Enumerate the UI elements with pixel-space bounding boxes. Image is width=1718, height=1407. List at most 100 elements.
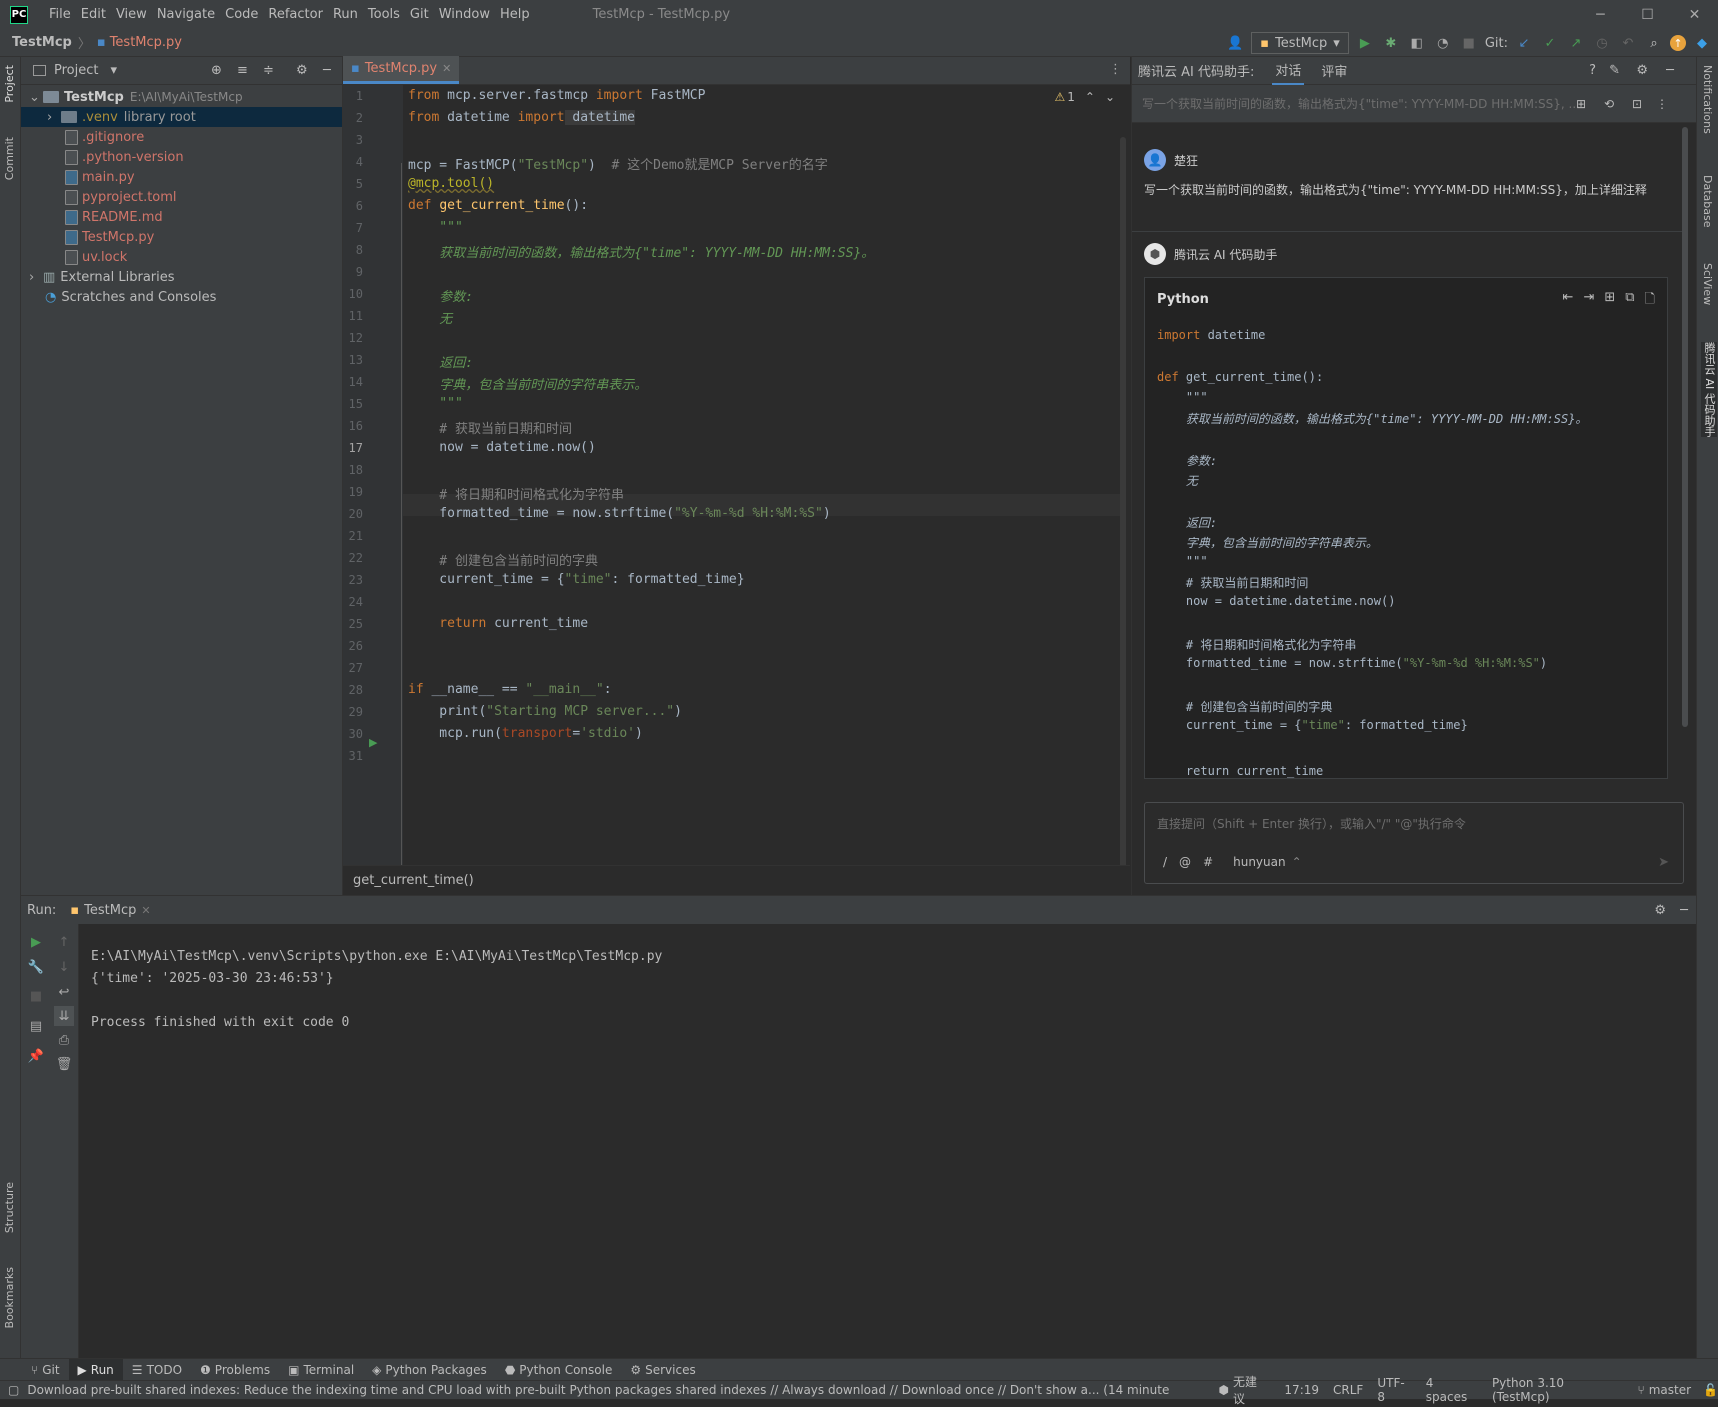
ai-scrollbar[interactable] <box>1682 127 1688 727</box>
database-tool-tab[interactable]: Database <box>1701 175 1714 228</box>
tree-file[interactable]: .python-version <box>21 147 342 167</box>
python-console-tab[interactable]: ⬣ Python Console <box>496 1359 622 1381</box>
run-tab-button[interactable]: ▶ Run <box>68 1358 123 1381</box>
user-icon[interactable]: 👤 <box>1225 33 1245 53</box>
editor-breadcrumb[interactable]: get_current_time() <box>343 865 1130 895</box>
copy-icon[interactable]: ⧉ <box>1625 290 1634 312</box>
todo-tab[interactable]: ☰ TODO <box>123 1359 191 1381</box>
expand-all-icon[interactable]: ≡ <box>237 63 248 78</box>
tree-file[interactable]: TestMcp.py <box>21 227 342 247</box>
menu-window[interactable]: Window <box>434 7 495 22</box>
minimize-icon[interactable]: ─ <box>1577 0 1624 29</box>
trash-icon[interactable]: 🗑 <box>54 1054 74 1074</box>
tree-file[interactable]: pyproject.toml <box>21 187 342 207</box>
ai-prompt-input[interactable]: 直接提问（Shift + Enter 换行），或输入"/" "@"执行命令 / … <box>1144 802 1684 884</box>
gear-icon[interactable]: ⚙ <box>1654 903 1666 918</box>
scroll-end-icon[interactable]: ⇊ <box>54 1006 74 1026</box>
previous-highlight-icon[interactable]: ⌃ <box>1085 90 1095 104</box>
insert-left-icon[interactable]: ⇤ <box>1563 290 1574 312</box>
hash-button[interactable]: # <box>1203 855 1213 869</box>
tree-external-libraries[interactable]: › ▥ External Libraries <box>21 267 342 287</box>
help-icon[interactable]: ? <box>1589 63 1596 78</box>
menu-code[interactable]: Code <box>220 7 263 22</box>
up-icon[interactable]: ↑ <box>54 932 74 952</box>
editor-tab-testmcp[interactable]: ▪ TestMcp.py ✕ <box>343 56 460 84</box>
hide-panel-icon[interactable]: ─ <box>1666 63 1674 78</box>
history-icon[interactable]: ⟲ <box>1604 97 1614 111</box>
git-rollback-icon[interactable]: ↶ <box>1618 33 1638 53</box>
stop-icon[interactable]: ■ <box>1459 33 1479 53</box>
ai-assistant-tool-tab[interactable]: 腾讯云 AI 代码助手 <box>1701 342 1717 437</box>
line-separator[interactable]: CRLF <box>1333 1383 1363 1397</box>
run-gutter-icon[interactable]: ▶ <box>369 736 377 749</box>
slash-command-button[interactable]: / <box>1163 855 1167 869</box>
coverage-icon[interactable]: ◧ <box>1407 33 1427 53</box>
inspection-widget[interactable]: ⚠ 1 ⌃ ⌄ <box>1054 90 1115 104</box>
new-file-icon[interactable]: 🗋 <box>1645 290 1655 312</box>
update-icon[interactable]: ↑ <box>1670 35 1686 51</box>
edit-icon[interactable]: ✎ <box>1609 63 1620 78</box>
git-tab[interactable]: ⑂ Git <box>22 1359 69 1381</box>
maximize-icon[interactable]: ☐ <box>1624 0 1671 29</box>
close-icon[interactable]: ✕ <box>1671 0 1718 29</box>
tree-file[interactable]: main.py <box>21 167 342 187</box>
new-chat-icon[interactable]: ⊞ <box>1576 97 1586 111</box>
tree-file[interactable]: uv.lock <box>21 247 342 267</box>
indent-setting[interactable]: 4 spaces <box>1426 1376 1478 1404</box>
tree-scratches[interactable]: ◔ Scratches and Consoles <box>21 287 342 307</box>
profile-icon[interactable]: ◔ <box>1433 33 1453 53</box>
services-tab[interactable]: ⚙ Services <box>621 1359 704 1381</box>
problems-tab[interactable]: ❶ Problems <box>191 1359 279 1381</box>
git-update-icon[interactable]: ↙ <box>1514 33 1534 53</box>
tree-root[interactable]: ⌄ TestMcp E:\AI\MyAi\TestMcp <box>21 87 342 107</box>
chevron-down-icon[interactable]: ▾ <box>110 63 117 78</box>
breadcrumb-project[interactable]: TestMcp <box>12 35 72 50</box>
menu-file[interactable]: File <box>44 7 76 22</box>
tree-file[interactable]: README.md <box>21 207 342 227</box>
locate-icon[interactable]: ⊕ <box>211 63 222 78</box>
git-branch[interactable]: master <box>1649 1383 1691 1397</box>
git-commit-icon[interactable]: ✓ <box>1540 33 1560 53</box>
soft-wrap-icon[interactable]: ↩ <box>54 982 74 1002</box>
sciview-tool-tab[interactable]: SciView <box>1701 263 1714 305</box>
gear-icon[interactable]: ⚙ <box>296 63 308 78</box>
next-highlight-icon[interactable]: ⌄ <box>1105 90 1115 104</box>
caret-position[interactable]: 17:19 <box>1284 1383 1319 1397</box>
run-tab[interactable]: ▪ TestMcp ✕ <box>70 903 150 918</box>
search-icon[interactable]: ⌕ <box>1644 33 1664 53</box>
breadcrumb-file[interactable]: TestMcp.py <box>110 35 182 50</box>
chevron-up-icon[interactable]: ⌃ <box>1292 855 1302 869</box>
menu-edit[interactable]: Edit <box>76 7 111 22</box>
tab-review[interactable]: 评审 <box>1318 57 1350 85</box>
git-history-icon[interactable]: ◷ <box>1592 33 1612 53</box>
collapse-all-icon[interactable]: ≑ <box>263 63 274 78</box>
conversation-title-bar[interactable]: 写一个获取当前时间的函数，输出格式为{"time": YYYY-MM-DD HH… <box>1132 85 1696 123</box>
more-icon[interactable]: ⋮ <box>1656 97 1668 111</box>
run-icon[interactable]: ▶ <box>1355 33 1375 53</box>
project-view-select[interactable]: Project <box>54 63 98 78</box>
git-push-icon[interactable]: ↗ <box>1566 33 1586 53</box>
menu-refactor[interactable]: Refactor <box>263 7 328 22</box>
wrench-icon[interactable]: 🔧 <box>26 957 46 977</box>
gear-icon[interactable]: ⚙ <box>1636 63 1648 78</box>
menu-help[interactable]: Help <box>495 7 535 22</box>
layout-icon[interactable]: ▤ <box>26 1016 46 1036</box>
close-tab-icon[interactable]: ✕ <box>442 62 451 75</box>
debug-icon[interactable]: ✱ <box>1381 33 1401 53</box>
lock-icon[interactable]: 🔓 <box>1703 1383 1718 1397</box>
down-icon[interactable]: ↓ <box>54 957 74 977</box>
notifications-tool-tab[interactable]: Notifications <box>1701 65 1714 134</box>
status-toggle-icon[interactable]: ▢ <box>8 1383 19 1397</box>
diff-icon[interactable]: ⊞ <box>1604 290 1615 312</box>
rerun-icon[interactable]: ▶ <box>26 932 46 952</box>
print-icon[interactable]: ⎙ <box>54 1030 74 1050</box>
structure-tool-tab[interactable]: Structure <box>3 1182 16 1233</box>
project-tool-tab[interactable]: Project <box>3 65 16 103</box>
ai-status[interactable]: 无建议 <box>1233 1373 1268 1407</box>
tree-file[interactable]: .gitignore <box>21 127 342 147</box>
python-interpreter[interactable]: Python 3.10 (TestMcp) <box>1492 1376 1624 1404</box>
menu-view[interactable]: View <box>111 7 152 22</box>
commit-tool-tab[interactable]: Commit <box>3 137 16 180</box>
bot-icon[interactable]: ⊡ <box>1632 97 1642 111</box>
menu-run[interactable]: Run <box>328 7 363 22</box>
